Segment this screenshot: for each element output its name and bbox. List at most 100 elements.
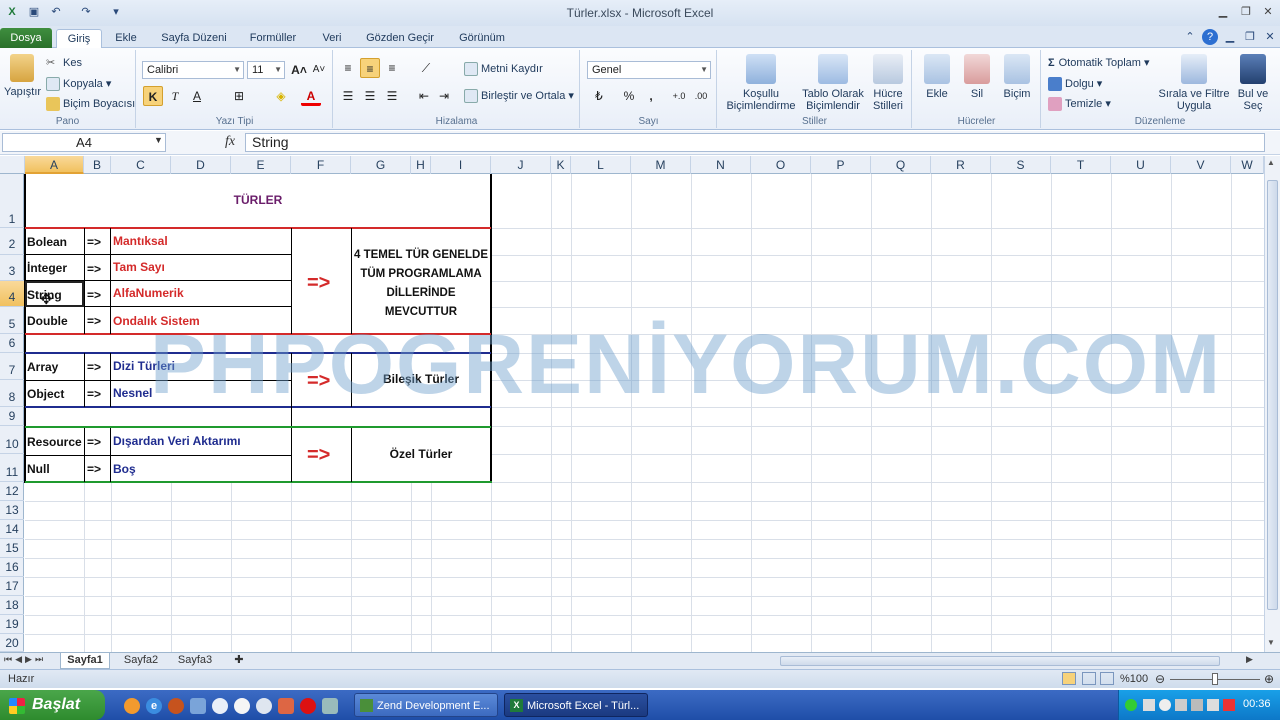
browser-icon[interactable] [168,698,184,714]
thousands-button[interactable]: , [641,86,661,106]
tab-file[interactable]: Dosya [0,28,52,49]
app-icon[interactable] [256,698,272,714]
decrease-decimal-icon[interactable]: .00 [691,86,711,106]
tray-icon[interactable] [1143,699,1155,711]
vertical-scrollbar[interactable]: ▲ ▼ [1264,156,1280,652]
italic-button[interactable]: T [165,86,185,106]
bold-button[interactable]: K [143,86,163,106]
col-header-a[interactable]: A [25,156,84,174]
tray-icon[interactable] [1159,699,1171,711]
col-header-s[interactable]: S [991,156,1051,174]
autosum-button[interactable]: Σ Otomatik Toplam ▾ [1048,56,1150,69]
zoom-in-icon[interactable]: ⊕ [1264,672,1274,686]
zoom-out-icon[interactable]: ⊖ [1155,672,1165,686]
insert-sheet-icon[interactable]: ✚ [228,653,250,669]
col-header-b[interactable]: B [84,156,111,174]
help-icon[interactable]: ? [1202,29,1218,45]
tray-icon[interactable] [1125,699,1137,711]
col-header-r[interactable]: R [931,156,991,174]
cell-b2[interactable]: => [87,235,101,249]
sort-filter-button[interactable]: Sırala ve Filtre Uygula [1158,54,1230,112]
format-cells-button[interactable]: Biçim [997,54,1037,100]
cell-title[interactable]: TÜRLER [25,193,491,207]
insert-cells-button[interactable]: Ekle [917,54,957,100]
row-header-10[interactable]: 10 [0,426,24,454]
sheet-tab-1[interactable]: Sayfa1 [60,653,110,669]
tray-icon[interactable] [1175,699,1187,711]
font-color-icon[interactable]: A [301,86,321,106]
col-header-u[interactable]: U [1111,156,1171,174]
col-header-e[interactable]: E [231,156,291,174]
ie-icon[interactable]: e [146,698,162,714]
format-as-table-button[interactable]: Tablo Olarak Biçimlendir [800,54,866,112]
task-zend[interactable]: Zend Development E... [354,693,498,717]
tab-page-layout[interactable]: Sayfa Düzeni [154,29,234,48]
restore-icon[interactable]: ❐ [1237,4,1255,20]
borders-icon[interactable]: ⊞ [229,86,249,106]
cell-a11[interactable]: Null [27,462,50,476]
app-icon[interactable] [234,698,250,714]
cell-g7-group2[interactable]: Bileşik Türler [351,372,491,386]
align-top-icon[interactable]: ≡ [338,58,358,78]
row-header-18[interactable]: 18 [0,596,24,615]
col-header-v[interactable]: V [1171,156,1231,174]
wrap-text-button[interactable]: Metni Kaydır [464,62,543,76]
page-break-view-icon[interactable] [1100,672,1114,685]
app-icon[interactable] [322,698,338,714]
col-header-i[interactable]: I [431,156,491,174]
col-header-l[interactable]: L [571,156,631,174]
align-center-icon[interactable]: ☰ [360,86,380,106]
row-header-12[interactable]: 12 [0,482,24,501]
zoom-level[interactable]: %100 [1120,673,1148,685]
cell-b7[interactable]: => [87,360,101,374]
col-header-k[interactable]: K [551,156,571,174]
row-header-11[interactable]: 11 [0,454,24,482]
cell-c11[interactable]: Boş [113,462,136,476]
app-icon[interactable] [190,698,206,714]
col-header-w[interactable]: W [1231,156,1264,174]
fx-button[interactable]: fx [225,134,235,150]
tab-data[interactable]: Veri [314,29,350,48]
cell-b8[interactable]: => [87,387,101,401]
shrink-font-icon[interactable]: A˅ [309,60,329,80]
row-header-4[interactable]: 4 [0,281,24,307]
cell-a7[interactable]: Array [27,360,58,374]
format-painter-button[interactable]: Biçim Boyacısı [46,97,135,111]
row-header-16[interactable]: 16 [0,558,24,577]
horizontal-scroll-thumb[interactable] [780,656,1220,666]
collapse-ribbon-icon[interactable]: ⌃ [1182,29,1198,45]
wb-minimize-icon[interactable]: ▁ [1222,29,1238,45]
scroll-thumb[interactable] [1267,180,1278,610]
tab-formulas[interactable]: Formüller [240,29,306,48]
col-header-t[interactable]: T [1051,156,1111,174]
align-bottom-icon[interactable]: ≡ [382,58,402,78]
cell-f2-arrow[interactable]: => [307,272,330,295]
select-all-corner[interactable] [0,156,25,174]
cell-g10-group3[interactable]: Özel Türler [351,447,491,461]
paste-button[interactable]: Yapıştır [4,54,41,98]
merge-center-button[interactable]: Birleştir ve Ortala ▾ [464,89,574,104]
clock[interactable]: 00:36 [1243,698,1271,710]
cell-c5[interactable]: Ondalık Sistem [113,314,200,328]
cell-f10-arrow[interactable]: => [307,444,330,467]
copy-button[interactable]: Kopyala ▾ [46,77,111,92]
media-player-icon[interactable] [212,698,228,714]
row-header-2[interactable]: 2 [0,228,24,255]
align-right-icon[interactable]: ☰ [382,86,402,106]
col-header-d[interactable]: D [171,156,231,174]
row-header-6[interactable]: 6 [0,334,24,353]
sheet-tab-3[interactable]: Sayfa3 [170,653,220,669]
cell-c10[interactable]: Dışardan Veri Aktarımı [113,434,241,448]
tray-icon[interactable] [1223,699,1235,711]
close-icon[interactable]: ✕ [1259,4,1277,20]
row-header-15[interactable]: 15 [0,539,24,558]
increase-decimal-icon[interactable]: +.0 [669,86,689,106]
number-format-combo[interactable]: Genel ▼ [587,61,711,79]
increase-indent-icon[interactable]: ⇥ [434,86,454,106]
cell-c3[interactable]: Tam Sayı [113,260,165,274]
row-header-5[interactable]: 5 [0,307,24,334]
cell-styles-button[interactable]: Hücre Stilleri [866,54,910,112]
cell-c2[interactable]: Mantıksal [113,234,168,248]
wb-restore-icon[interactable]: ❐ [1242,29,1258,45]
cell-b4[interactable]: => [87,288,101,302]
